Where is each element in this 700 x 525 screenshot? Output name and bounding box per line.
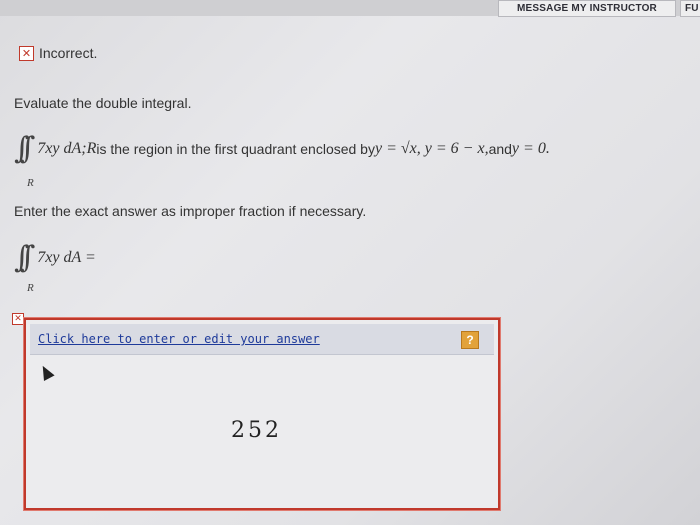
question-instruction: Evaluate the double integral. xyxy=(14,95,192,111)
region-subscript: R xyxy=(27,177,34,189)
mouse-cursor-icon xyxy=(37,363,55,381)
region-subscript: R xyxy=(27,282,34,294)
double-integral-sign: ∫∫ xyxy=(14,131,36,166)
answer-expression: 7xy dA = xyxy=(37,249,96,266)
answer-box[interactable]: Click here to enter or edit your answer … xyxy=(23,317,501,511)
status-feedback: ✕ Incorrect. xyxy=(19,45,97,61)
answer-integral: ∫∫ 7xy dA = xyxy=(14,240,96,276)
answer-value: 252 xyxy=(231,418,282,443)
incorrect-mark-icon: ✕ xyxy=(12,313,24,325)
integrand: 7xy dA xyxy=(37,140,82,157)
answer-header: Click here to enter or edit your answer … xyxy=(30,324,494,355)
top-toolbar: MESSAGE MY INSTRUCTOR FU xyxy=(0,0,700,17)
region-description: is the region in the first quadrant encl… xyxy=(96,141,375,157)
and-text: and xyxy=(488,141,512,157)
answer-instruction: Enter the exact answer as improper fract… xyxy=(14,203,367,219)
region-variable: R xyxy=(86,140,97,157)
question-integral: ∫∫ 7xy dA ; R is the region in the first… xyxy=(14,131,550,167)
edit-answer-link[interactable]: Click here to enter or edit your answer xyxy=(38,332,320,346)
message-instructor-button[interactable]: MESSAGE MY INSTRUCTOR xyxy=(498,0,676,17)
double-integral-sign: ∫∫ xyxy=(14,240,36,275)
status-text: Incorrect. xyxy=(39,45,98,61)
help-button[interactable]: ? xyxy=(461,331,479,349)
boundary-eq-2: y = 6 − x, xyxy=(424,140,489,157)
boundary-eq-1: y = √x, xyxy=(374,140,421,157)
full-button-clipped[interactable]: FU xyxy=(680,0,700,17)
x-mark-icon: ✕ xyxy=(19,45,34,61)
boundary-eq-3: y = 0. xyxy=(511,140,550,157)
